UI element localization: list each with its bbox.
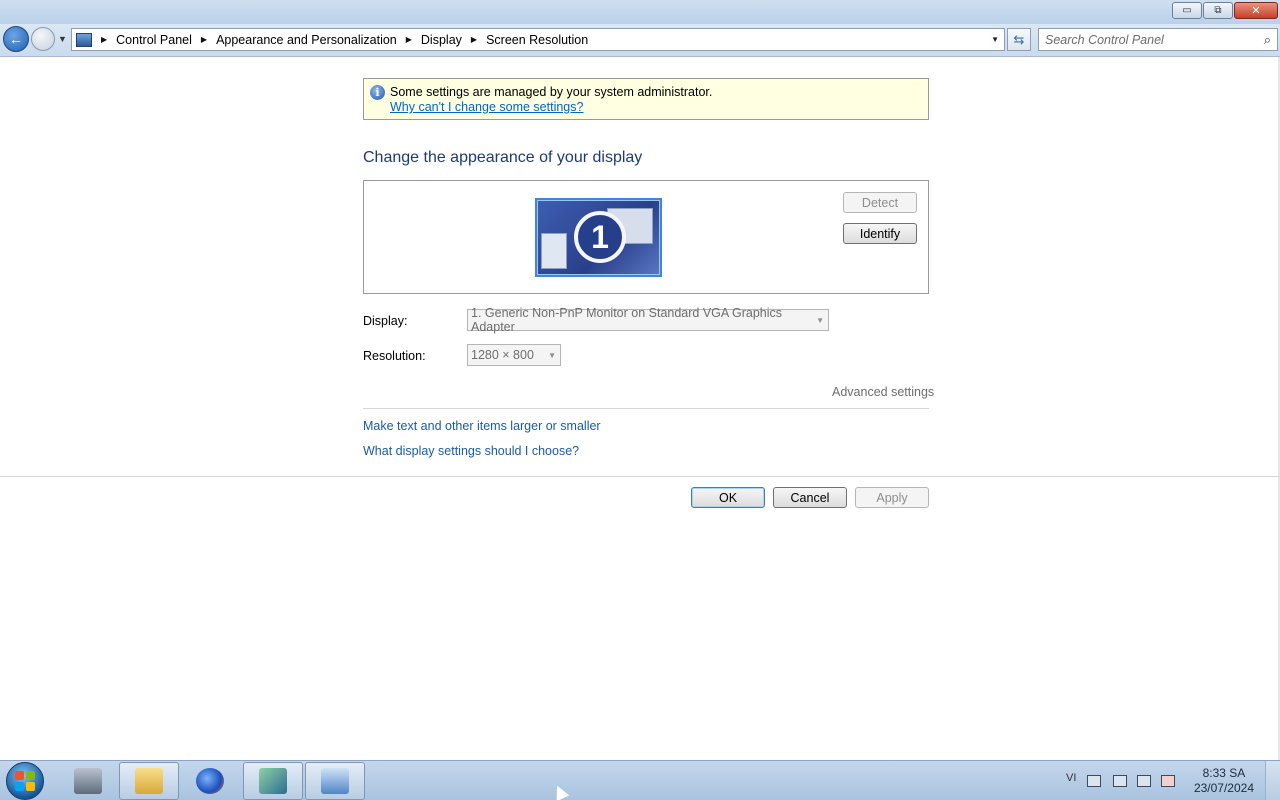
info-icon: i xyxy=(370,85,385,100)
taskbar-firefox[interactable] xyxy=(180,762,240,800)
taskbar-windows-explorer[interactable] xyxy=(119,762,179,800)
show-desktop-button[interactable] xyxy=(1265,761,1280,800)
refresh-icon: ⇆ xyxy=(1013,31,1025,47)
breadcrumb: ▶ Control Panel ▶ Appearance and Persona… xyxy=(92,33,588,47)
monitor-1-thumbnail[interactable]: 1 xyxy=(535,198,662,277)
chevron-down-icon: ▼ xyxy=(548,351,556,360)
language-indicator[interactable]: VI xyxy=(1066,772,1076,784)
apply-button[interactable]: Apply xyxy=(855,487,929,508)
back-button[interactable]: ← xyxy=(3,26,29,52)
navigation-bar: ← ▼ ▶ Control Panel ▶ Appearance and Per… xyxy=(0,24,1280,57)
forward-button[interactable] xyxy=(31,27,55,51)
breadcrumb-appearance[interactable]: Appearance and Personalization xyxy=(216,33,397,47)
breadcrumb-separator-icon[interactable]: ▶ xyxy=(101,35,107,44)
title-bar: ▭ ⧉ ✕ xyxy=(0,0,1280,24)
resolution-select-value: 1280 × 800 xyxy=(471,348,534,362)
address-dropdown-icon[interactable]: ▼ xyxy=(991,35,999,44)
page-title: Change the appearance of your display xyxy=(363,149,643,166)
windows-logo-icon xyxy=(26,782,35,791)
volume-muted-icon[interactable] xyxy=(1161,775,1175,787)
display-select-value: 1. Generic Non-PnP Monitor on Standard V… xyxy=(471,306,783,334)
close-button[interactable]: ✕ xyxy=(1234,2,1278,19)
breadcrumb-separator-icon[interactable]: ▶ xyxy=(406,35,412,44)
search-box[interactable]: ⌕ xyxy=(1038,28,1278,51)
resolution-label: Resolution: xyxy=(363,349,426,363)
system-tray: VI 8:33 SA 23/07/2024 xyxy=(1050,761,1280,800)
monitor-preview-area: 1 Detect Identify xyxy=(363,180,929,294)
network-icon[interactable] xyxy=(1137,775,1151,787)
divider xyxy=(0,476,1280,477)
taskbar-server-manager[interactable] xyxy=(58,762,118,800)
info-message: Some settings are managed by your system… xyxy=(390,85,713,99)
restore-button[interactable]: ⧉ xyxy=(1203,2,1233,19)
windows-logo-icon xyxy=(15,771,24,780)
text-size-link[interactable]: Make text and other items larger or smal… xyxy=(363,419,601,433)
taskbar: VI 8:33 SA 23/07/2024 xyxy=(0,760,1280,800)
windows-logo-icon xyxy=(15,782,24,791)
window-thumbnail xyxy=(541,233,567,269)
admin-info-bar: i Some settings are managed by your syst… xyxy=(363,78,929,120)
ok-button[interactable]: OK xyxy=(691,487,765,508)
breadcrumb-display[interactable]: Display xyxy=(421,33,462,47)
address-bar[interactable]: ▶ Control Panel ▶ Appearance and Persona… xyxy=(71,28,1005,51)
cancel-button[interactable]: Cancel xyxy=(773,487,847,508)
clock[interactable]: 8:33 SA 23/07/2024 xyxy=(1194,766,1254,796)
breadcrumb-separator-icon[interactable]: ▶ xyxy=(201,35,207,44)
display-settings-help-link[interactable]: What display settings should I choose? xyxy=(363,444,579,458)
window-controls: ▭ ⧉ ✕ xyxy=(1172,2,1278,19)
why-cant-change-link[interactable]: Why can't I change some settings? xyxy=(390,100,583,114)
breadcrumb-screen-resolution[interactable]: Screen Resolution xyxy=(486,33,588,47)
control-panel-icon xyxy=(76,32,92,47)
clock-date: 23/07/2024 xyxy=(1193,781,1254,795)
minimize-icon: ▭ xyxy=(1182,4,1192,16)
tools-icon xyxy=(259,768,287,794)
resolution-select[interactable]: 1280 × 800 ▼ xyxy=(467,344,561,366)
taskbar-control-panel[interactable] xyxy=(305,762,365,800)
monitor-number: 1 xyxy=(574,211,626,263)
restore-icon: ⧉ xyxy=(1214,4,1222,16)
clock-time: 8:33 SA xyxy=(1202,766,1246,780)
windows-explorer-icon xyxy=(135,768,163,794)
control-panel-icon xyxy=(321,768,349,794)
start-button[interactable] xyxy=(6,762,44,800)
divider xyxy=(363,408,929,409)
close-icon: ✕ xyxy=(1251,4,1261,17)
action-center-flag-icon[interactable] xyxy=(1113,775,1127,787)
breadcrumb-separator-icon[interactable]: ▶ xyxy=(471,35,477,44)
search-icon[interactable]: ⌕ xyxy=(1264,32,1271,48)
display-select[interactable]: 1. Generic Non-PnP Monitor on Standard V… xyxy=(467,306,829,334)
recent-pages-dropdown[interactable]: ▼ xyxy=(58,34,67,44)
keyboard-icon[interactable] xyxy=(1087,775,1101,787)
firefox-icon xyxy=(196,768,224,794)
server-manager-icon xyxy=(74,768,102,794)
advanced-settings-link[interactable]: Advanced settings xyxy=(832,385,934,399)
taskbar-tools[interactable] xyxy=(243,762,303,800)
detect-button[interactable]: Detect xyxy=(843,192,917,213)
identify-button[interactable]: Identify xyxy=(843,223,917,244)
minimize-button[interactable]: ▭ xyxy=(1172,2,1202,19)
windows-logo-icon xyxy=(26,771,35,780)
search-input[interactable] xyxy=(1045,32,1255,47)
breadcrumb-control-panel[interactable]: Control Panel xyxy=(116,33,192,47)
chevron-down-icon: ▼ xyxy=(816,316,824,325)
refresh-button[interactable]: ⇆ xyxy=(1007,28,1031,51)
chevron-down-icon: ▼ xyxy=(58,34,67,44)
display-label: Display: xyxy=(363,314,408,328)
back-arrow-icon: ← xyxy=(9,31,23,47)
